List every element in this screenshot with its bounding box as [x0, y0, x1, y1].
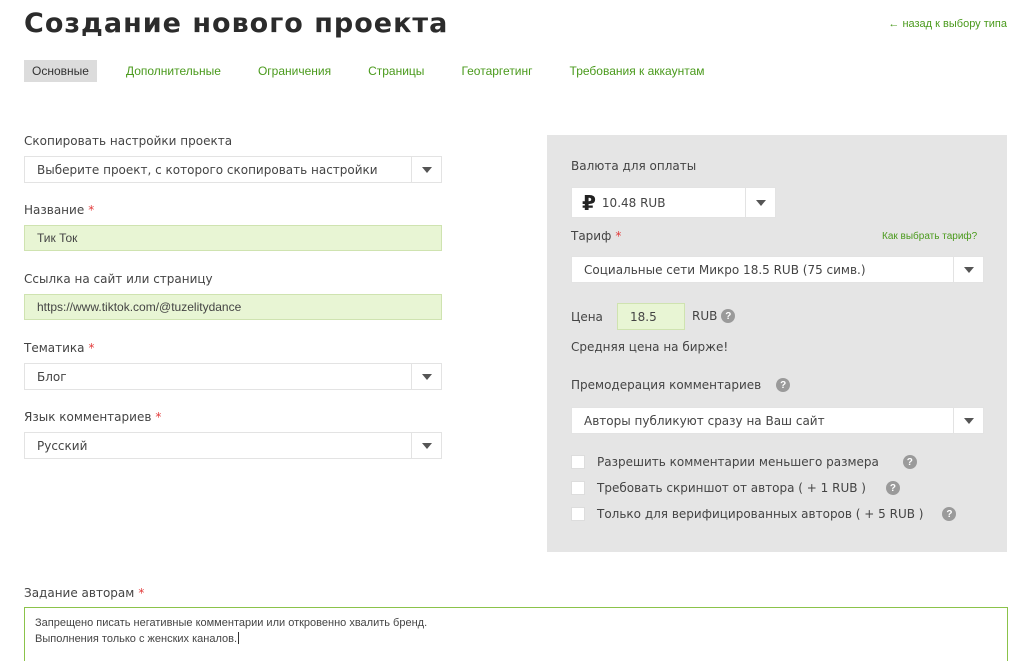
chevron-down-icon	[745, 188, 775, 217]
price-label: Цена	[571, 310, 603, 324]
option-label: Только для верифицированных авторов ( + …	[597, 507, 924, 521]
price-unit-row: RUB ?	[692, 309, 736, 323]
chevron-down-icon	[411, 364, 441, 389]
copy-settings-select[interactable]: Выберите проект, с которого скопировать …	[24, 156, 442, 183]
verified-authors-checkbox[interactable]	[571, 507, 585, 521]
task-label: Задание авторам *	[24, 586, 145, 600]
topic-label: Тематика *	[24, 341, 95, 355]
chevron-down-icon	[953, 408, 983, 433]
currency-value: 10.48 RUB	[601, 195, 666, 210]
help-icon[interactable]: ?	[885, 481, 900, 495]
premoderation-value: Авторы публикуют сразу на Ваш сайт	[584, 413, 825, 428]
required-mark: *	[615, 229, 622, 243]
copy-settings-value: Выберите проект, с которого скопировать …	[37, 162, 378, 177]
help-icon[interactable]: ?	[776, 378, 791, 392]
language-select[interactable]: Русский	[24, 432, 442, 459]
chevron-down-icon	[953, 257, 983, 282]
ruble-icon: ₽	[582, 190, 596, 215]
option-smaller-comments: Разрешить комментарии меньшего размера ?	[571, 455, 917, 469]
task-line-last: Выполнения только с женских каналов.	[35, 632, 240, 645]
option-verified-authors: Только для верифицированных авторов ( + …	[571, 507, 957, 521]
option-label: Требовать скриншот от автора ( + 1 RUB )	[597, 481, 866, 495]
required-mark: *	[88, 341, 95, 355]
task-line: Запрещено писать негативные комментарии …	[35, 617, 428, 629]
help-icon[interactable]: ?	[902, 455, 917, 469]
smaller-comments-checkbox[interactable]	[571, 455, 585, 469]
url-input[interactable]: https://www.tiktok.com/@tuzelitydance	[24, 294, 442, 320]
chevron-down-icon	[411, 157, 441, 182]
how-to-choose-tariff-link[interactable]: Как выбрать тариф?	[882, 231, 977, 242]
required-mark: *	[88, 203, 95, 217]
topic-select[interactable]: Блог	[24, 363, 442, 390]
tariff-label: Тариф *	[571, 229, 622, 243]
premoderation-select[interactable]: Авторы публикуют сразу на Ваш сайт	[571, 407, 984, 434]
tab-geotargeting[interactable]: Геотаргетинг	[453, 60, 540, 82]
tab-bar: Основные Дополнительные Ограничения Стра…	[24, 60, 734, 82]
option-label: Разрешить комментарии меньшего размера	[597, 455, 879, 469]
tariff-select[interactable]: Социальные сети Микро 18.5 RUB (75 симв.…	[571, 256, 984, 283]
tariff-value: Социальные сети Микро 18.5 RUB (75 симв.…	[584, 262, 866, 277]
tab-main[interactable]: Основные	[24, 60, 97, 82]
currency-select[interactable]: ₽ 10.48 RUB	[571, 187, 776, 218]
page-title: Создание нового проекта	[24, 8, 449, 39]
copy-settings-label: Скопировать настройки проекта	[24, 134, 233, 148]
premoderation-label: Премодерация комментариев	[571, 378, 762, 392]
help-icon[interactable]: ?	[942, 507, 957, 521]
price-unit: RUB	[692, 309, 718, 323]
tab-additional[interactable]: Дополнительные	[118, 60, 229, 82]
tab-restrictions[interactable]: Ограничения	[250, 60, 339, 82]
text-caret	[238, 632, 240, 644]
topic-value: Блог	[37, 369, 67, 384]
price-input[interactable]: 18.5	[617, 303, 685, 330]
chevron-down-icon	[411, 433, 441, 458]
currency-value-wrap: ₽ 10.48 RUB	[572, 191, 745, 215]
tab-pages[interactable]: Страницы	[360, 60, 432, 82]
back-to-type-link[interactable]: ← назад к выбору типа	[888, 18, 1007, 30]
name-input[interactable]: Тик Ток	[24, 225, 442, 251]
language-label: Язык комментариев *	[24, 410, 162, 424]
help-icon[interactable]: ?	[721, 309, 736, 323]
required-mark: *	[138, 586, 145, 600]
task-textarea[interactable]: Запрещено писать негативные комментарии …	[24, 607, 1008, 661]
language-value: Русский	[37, 438, 88, 453]
option-require-screenshot: Требовать скриншот от автора ( + 1 RUB )…	[571, 481, 900, 495]
required-mark: *	[155, 410, 162, 424]
currency-label: Валюта для оплаты	[571, 159, 697, 173]
name-label: Название *	[24, 203, 95, 217]
url-label: Ссылка на сайт или страницу	[24, 272, 213, 286]
average-price-note: Средняя цена на бирже!	[571, 340, 729, 354]
premoderation-label-row: Премодерация комментариев ?	[571, 378, 791, 392]
require-screenshot-checkbox[interactable]	[571, 481, 585, 495]
tab-account-requirements[interactable]: Требования к аккаунтам	[562, 60, 713, 82]
